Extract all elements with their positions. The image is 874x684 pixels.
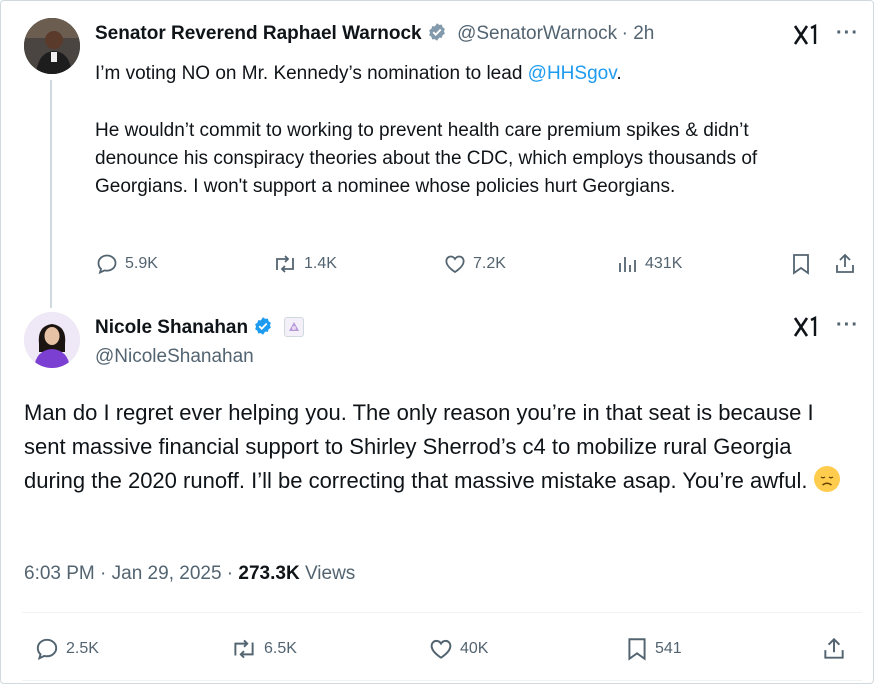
reply-button[interactable]: 2.5K (34, 636, 99, 662)
repost-button[interactable]: 1.4K (272, 252, 337, 276)
author-name[interactable]: Senator Reverend Raphael Warnock (95, 23, 422, 44)
bookmark-button[interactable]: 541 (625, 636, 682, 662)
share-button[interactable] (822, 636, 852, 662)
repost-count: 1.4K (304, 255, 337, 272)
shanahan-avatar[interactable] (24, 312, 80, 368)
reply-count: 2.5K (66, 640, 99, 657)
affiliate-badge-icon[interactable] (283, 317, 304, 337)
views-label: Views (299, 563, 356, 584)
like-icon (445, 255, 465, 274)
repost-count: 6.5K (264, 640, 297, 657)
tweet1-text-line1: I’m voting NO on Mr. Kennedy’s nominatio… (95, 60, 835, 88)
more-icon[interactable]: ··· (836, 22, 859, 45)
hhs-mention-link[interactable]: @HHSgov (528, 63, 617, 84)
divider (22, 680, 862, 681)
reply-button[interactable]: 5.9K (95, 252, 158, 276)
author-handle[interactable]: @SenatorWarnock (457, 23, 617, 44)
like-count: 7.2K (473, 255, 506, 272)
warnock-avatar[interactable] (24, 18, 80, 74)
author-handle[interactable]: @NicoleShanahan (95, 346, 254, 368)
like-button[interactable]: 7.2K (443, 252, 506, 276)
verified-badge-icon (253, 316, 273, 341)
post-timestamp[interactable]: 6:03 PM · Jan 29, 2025 · (24, 563, 238, 584)
like-button[interactable]: 40K (428, 636, 488, 662)
bookmark-count: 541 (655, 640, 682, 657)
like-count: 40K (460, 640, 489, 657)
tweet1-header: Senator Reverend Raphael Warnock @Senato… (95, 22, 654, 47)
bookmark-icon (628, 638, 646, 661)
repost-button[interactable]: 6.5K (230, 636, 297, 662)
post-time[interactable]: · 2h (622, 23, 655, 44)
more-icon[interactable]: ··· (836, 314, 859, 337)
share-icon (824, 637, 844, 659)
tweet2-header: Nicole Shanahan (95, 316, 304, 341)
views-icon (619, 257, 636, 272)
verified-badge-icon (427, 22, 447, 47)
bookmark-button[interactable] (790, 252, 818, 276)
divider (22, 612, 862, 613)
views-button[interactable]: 431K (615, 252, 682, 276)
tweet1-text: I’m voting NO on Mr. Kennedy’s nominatio… (95, 63, 528, 84)
author-name[interactable]: Nicole Shanahan (95, 317, 248, 338)
bookmark-icon (793, 254, 809, 275)
like-icon (430, 639, 452, 659)
tweet1-paragraph2: He wouldn’t commit to working to prevent… (95, 120, 758, 197)
thread-line (50, 80, 52, 308)
repost-icon (276, 255, 294, 273)
share-icon (836, 253, 854, 273)
share-button[interactable] (834, 252, 862, 276)
grok-icon[interactable] (793, 316, 819, 343)
tweet2-body: Man do I regret ever helping you. The on… (24, 396, 844, 498)
repost-icon (234, 639, 254, 659)
grok-icon[interactable] (793, 24, 819, 51)
reply-count: 5.9K (125, 255, 158, 272)
disappointed-emoji (813, 466, 840, 492)
tweet2-text: Man do I regret ever helping you. The on… (24, 400, 814, 493)
reply-icon (97, 254, 117, 275)
views-count: 273.3K (238, 563, 300, 584)
tweet2-meta: 6:03 PM · Jan 29, 2025 · 273.3K Views (24, 563, 355, 585)
reply-icon (36, 638, 58, 660)
tweet1-text-end: . (616, 63, 622, 84)
views-count: 431K (645, 255, 683, 272)
